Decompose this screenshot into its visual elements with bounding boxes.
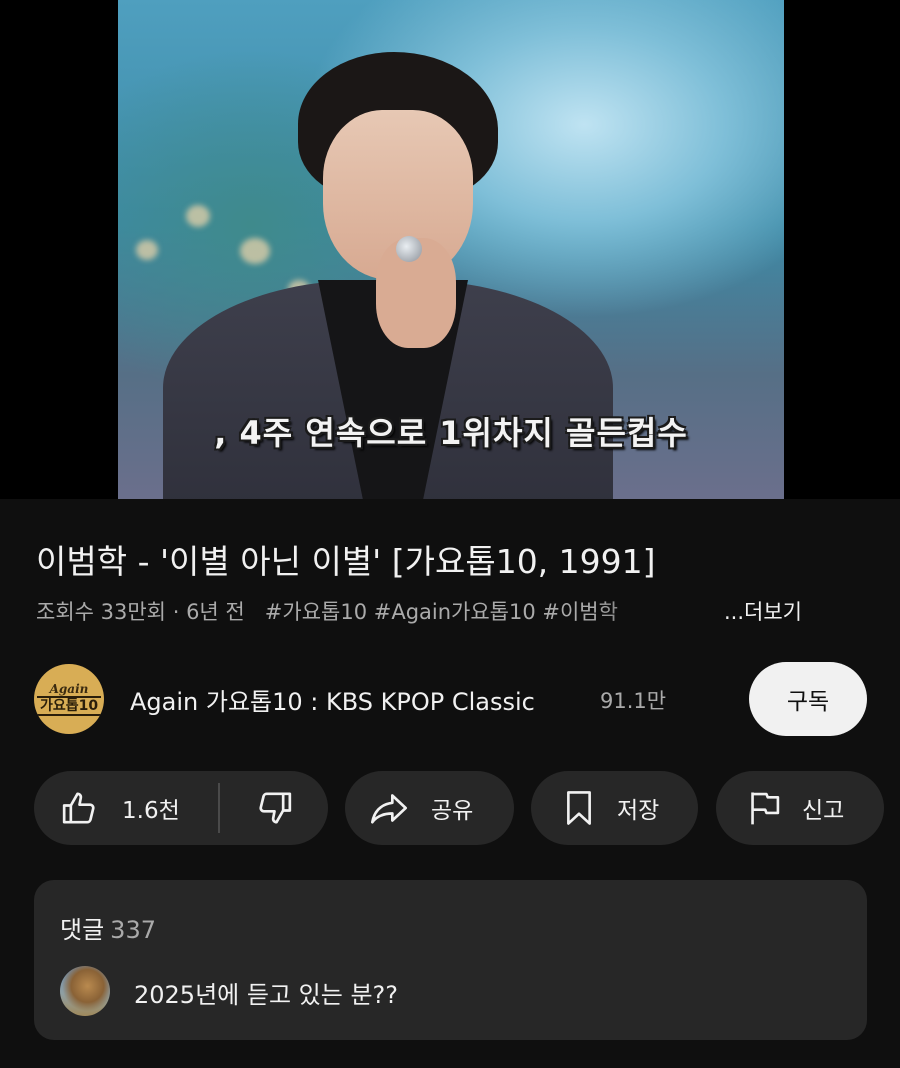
subscribe-button[interactable]: 구독 (749, 662, 867, 736)
commenter-avatar (60, 966, 110, 1016)
like-dislike-group: 1.6천 (34, 771, 328, 845)
comments-count: 337 (110, 916, 156, 944)
stage-light (136, 240, 158, 260)
subscriber-count: 91.1만 (600, 689, 667, 713)
video-player[interactable]: , 4주 연속으로 1위차지 골든컵수 (0, 0, 900, 499)
top-comment: 2025년에 듣고 있는 분?? (134, 981, 399, 1009)
save-label: 저장 (617, 798, 660, 824)
share-label: 공유 (431, 798, 474, 824)
meta-separator: · (172, 600, 180, 624)
bookmark-icon (561, 788, 597, 828)
channel-name[interactable]: Again 가요톱10 : KBS KPOP Classic (130, 682, 535, 717)
like-count: 1.6천 (122, 798, 180, 824)
save-button[interactable]: 저장 (531, 771, 698, 845)
hashtags[interactable]: #가요톱10 #Again가요톱10 #이범학 (265, 600, 618, 624)
thumbs-up-icon (60, 788, 100, 828)
comments-header: 댓글 337 (60, 910, 156, 945)
video-meta[interactable]: 조회수 33만회 · 6년 전 #가요톱10 #Again가요톱10 #이범학 … (36, 596, 876, 628)
channel-row: Again 가요톱10 Again 가요톱10 : KBS KPOP Class… (0, 662, 900, 736)
comments-card[interactable]: 댓글 337 2025년에 듣고 있는 분?? (34, 880, 867, 1040)
microphone (396, 236, 422, 262)
upload-age: 6년 전 (186, 600, 245, 624)
share-button[interactable]: 공유 (345, 771, 514, 845)
channel-logo-line2: 가요톱10 (36, 695, 102, 716)
report-label: 신고 (802, 798, 845, 824)
stage-light (186, 205, 210, 227)
video-frame[interactable]: , 4주 연속으로 1위차지 골든컵수 (118, 0, 784, 499)
report-button[interactable]: 신고 (716, 771, 884, 845)
more-button[interactable]: ...더보기 (688, 596, 802, 626)
comments-label: 댓글 (60, 916, 105, 944)
flag-icon (746, 788, 782, 828)
thumbs-down-icon (254, 788, 294, 828)
like-button[interactable]: 1.6천 (34, 771, 218, 845)
channel-avatar[interactable]: Again 가요톱10 (34, 664, 104, 734)
video-subtitle: , 4주 연속으로 1위차지 골든컵수 (214, 414, 688, 452)
share-arrow-icon (367, 788, 411, 828)
stage-light (240, 238, 270, 264)
meta-fade (596, 596, 696, 626)
view-count: 조회수 33만회 (36, 600, 166, 624)
video-title[interactable]: 이범학 - '이별 아닌 이별' [가요톱10, 1991] (36, 535, 876, 583)
channel-logo-line1: Again (49, 681, 89, 696)
dislike-button[interactable] (220, 771, 328, 845)
action-bar: 1.6천 공유 저장 신고 (0, 771, 900, 845)
